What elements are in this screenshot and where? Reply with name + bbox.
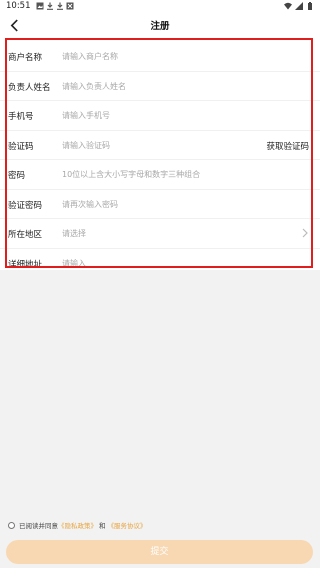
page-title: 注册 [150,21,170,32]
agreement-radio[interactable] [8,521,15,529]
submit-button[interactable]: 提交 [6,540,313,564]
get-code-button[interactable]: 获取验证码 [266,140,309,152]
phone-input[interactable] [62,107,252,124]
region-select[interactable] [62,225,252,242]
field-row-address: 详细地址 [0,249,320,270]
app-notification-icon [66,2,74,10]
registration-form: 商户名称 负责人姓名 手机号 验证码 获取验证码 密码 验证密码 所在地区 详细… [0,38,320,270]
download-notification-icon-2 [57,2,63,10]
merchant-name-label: 商户名称 [8,53,43,63]
region-label: 所在地区 [8,230,43,240]
password-input[interactable] [62,166,302,183]
privacy-policy-link[interactable]: 《隐私政策》 [58,520,97,530]
agreement-row: 已阅读并同意 《隐私政策》 和 《服务协议》 [8,519,147,531]
password-label: 密码 [8,171,26,181]
chevron-right-icon [302,228,308,238]
agreement-prefix: 已阅读并同意 [19,522,58,530]
verification-code-input[interactable] [62,136,252,154]
verification-code-label: 验证码 [8,141,34,152]
contact-name-input[interactable] [62,77,252,95]
address-input[interactable] [62,254,252,270]
confirm-password-input[interactable] [62,195,252,213]
address-label: 详细地址 [8,259,43,270]
confirm-password-label: 验证密码 [8,200,43,211]
battery-icon [308,2,312,10]
signal-icon [295,2,303,10]
download-notification-icon [47,2,53,10]
field-row-contact-name: 负责人姓名 [0,72,320,101]
status-bar: 10:51 [0,0,320,12]
image-notification-icon [36,2,44,10]
service-agreement-link[interactable]: 《服务协议》 [108,520,147,530]
field-row-confirm-password: 验证密码 [0,190,320,219]
agreement-and: 和 [99,522,106,530]
wifi-icon [284,2,292,10]
field-row-password: 密码 [0,160,320,190]
status-time: 10:51 [6,1,31,11]
field-row-phone: 手机号 [0,101,320,131]
field-row-verification-code: 验证码 获取验证码 [0,131,320,160]
contact-name-label: 负责人姓名 [8,82,51,93]
field-row-region[interactable]: 所在地区 [0,219,320,249]
field-row-merchant-name: 商户名称 [0,42,320,72]
phone-label: 手机号 [8,112,34,122]
title-bar: 注册 [0,12,320,38]
merchant-name-input[interactable] [62,48,252,65]
